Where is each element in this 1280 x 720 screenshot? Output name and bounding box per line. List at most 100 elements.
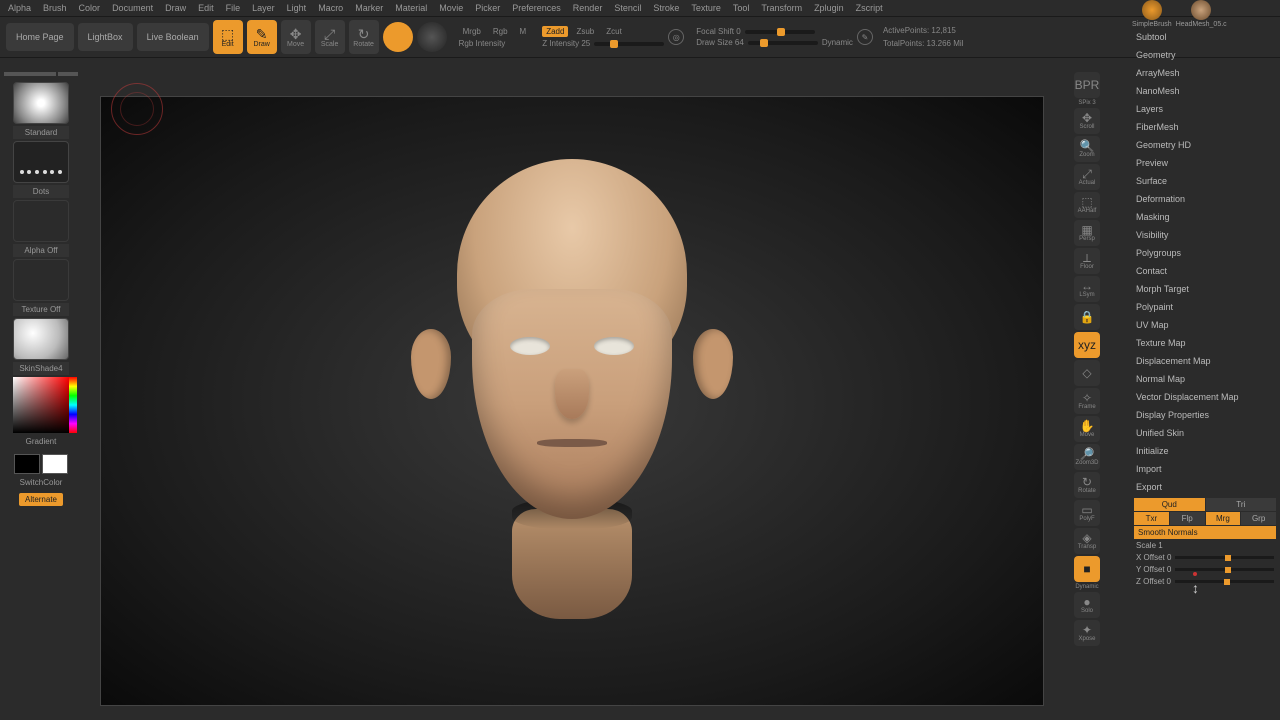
section-display-properties[interactable]: Display Properties xyxy=(1130,406,1280,424)
section-polygroups[interactable]: Polygroups xyxy=(1130,244,1280,262)
section-displacement-map[interactable]: Displacement Map xyxy=(1130,352,1280,370)
viewport-actual-button[interactable]: ⤢Actual xyxy=(1074,164,1100,190)
move-mode-button[interactable]: ✥Move xyxy=(281,20,311,54)
menu-layer[interactable]: Layer xyxy=(252,3,275,13)
menu-macro[interactable]: Macro xyxy=(318,3,343,13)
rgb-toggle[interactable]: Rgb xyxy=(489,26,512,37)
focal-shift-slider[interactable] xyxy=(745,30,815,34)
section-normal-map[interactable]: Normal Map xyxy=(1130,370,1280,388)
export-mrg-button[interactable]: Mrg xyxy=(1206,512,1241,525)
export-flp-button[interactable]: Flp xyxy=(1170,512,1205,525)
section-export[interactable]: Export xyxy=(1130,478,1280,496)
lightbox-button[interactable]: LightBox xyxy=(78,23,133,51)
home-button[interactable]: Home Page xyxy=(6,23,74,51)
primary-color-swatch[interactable] xyxy=(42,454,68,474)
section-geometry[interactable]: Geometry xyxy=(1130,46,1280,64)
xoffset-slider[interactable] xyxy=(1175,556,1274,559)
material-thumbnail[interactable] xyxy=(13,318,69,360)
viewport-polyf-button[interactable]: ▭PolyF xyxy=(1074,500,1100,526)
section-nanomesh[interactable]: NanoMesh xyxy=(1130,82,1280,100)
export-tri-button[interactable]: Tri xyxy=(1206,498,1277,511)
menu-tool[interactable]: Tool xyxy=(733,3,750,13)
hue-slider[interactable] xyxy=(69,377,77,433)
section-fibermesh[interactable]: FiberMesh xyxy=(1130,118,1280,136)
switch-color-button[interactable]: SwitchColor xyxy=(13,476,69,489)
section-deformation[interactable]: Deformation xyxy=(1130,190,1280,208)
viewport-move-button[interactable]: ✋Move xyxy=(1074,416,1100,442)
viewport-xpose-button[interactable]: ✦Xpose xyxy=(1074,620,1100,646)
menu-texture[interactable]: Texture xyxy=(691,3,721,13)
section-layers[interactable]: Layers xyxy=(1130,100,1280,118)
section-unified-skin[interactable]: Unified Skin xyxy=(1130,424,1280,442)
menu-marker[interactable]: Marker xyxy=(355,3,383,13)
menu-color[interactable]: Color xyxy=(79,3,101,13)
section-geometry-hd[interactable]: Geometry HD xyxy=(1130,136,1280,154)
menu-brush[interactable]: Brush xyxy=(43,3,67,13)
section-texture-map[interactable]: Texture Map xyxy=(1130,334,1280,352)
menu-render[interactable]: Render xyxy=(573,3,603,13)
section-morph-target[interactable]: Morph Target xyxy=(1130,280,1280,298)
menu-edit[interactable]: Edit xyxy=(198,3,214,13)
section-uv-map[interactable]: UV Map xyxy=(1130,316,1280,334)
viewport-floor-button[interactable]: ⟂Floor xyxy=(1074,248,1100,274)
menu-material[interactable]: Material xyxy=(395,3,427,13)
viewport[interactable] xyxy=(100,96,1044,706)
viewport-zoom3d-button[interactable]: 🔎Zoom3D xyxy=(1074,444,1100,470)
viewport-◇-button[interactable]: ◇ xyxy=(1074,360,1100,386)
draw-mode-button[interactable]: ✎Draw xyxy=(247,20,277,54)
menu-movie[interactable]: Movie xyxy=(439,3,463,13)
brush-thumbnail[interactable] xyxy=(13,82,69,124)
viewport-scroll-button[interactable]: ✥Scroll xyxy=(1074,108,1100,134)
color-swatch[interactable] xyxy=(383,22,413,52)
viewport-■-button[interactable]: ■ xyxy=(1074,556,1100,582)
menu-stroke[interactable]: Stroke xyxy=(653,3,679,13)
stroke-thumbnail[interactable] xyxy=(13,141,69,183)
focal-icon[interactable]: ◎ xyxy=(668,29,684,45)
menu-file[interactable]: File xyxy=(226,3,241,13)
texture-thumbnail[interactable] xyxy=(13,259,69,301)
menu-alpha[interactable]: Alpha xyxy=(8,3,31,13)
menu-zscript[interactable]: Zscript xyxy=(856,3,883,13)
viewport-frame-button[interactable]: ✧Frame xyxy=(1074,388,1100,414)
viewport-bpr-button[interactable]: BPR xyxy=(1074,72,1100,98)
viewport-solo-button[interactable]: ●Solo xyxy=(1074,592,1100,618)
zsub-toggle[interactable]: Zsub xyxy=(572,26,598,37)
viewport-zoom-button[interactable]: 🔍Zoom xyxy=(1074,136,1100,162)
menu-stencil[interactable]: Stencil xyxy=(614,3,641,13)
menu-transform[interactable]: Transform xyxy=(761,3,802,13)
section-import[interactable]: Import xyxy=(1130,460,1280,478)
section-visibility[interactable]: Visibility xyxy=(1130,226,1280,244)
project-mesh-thumb[interactable] xyxy=(1191,0,1211,20)
dynamic-icon[interactable]: ✎ xyxy=(857,29,873,45)
section-initialize[interactable]: Initialize xyxy=(1130,442,1280,460)
alpha-thumbnail[interactable] xyxy=(13,200,69,242)
secondary-color-swatch[interactable] xyxy=(14,454,40,474)
section-polypaint[interactable]: Polypaint xyxy=(1130,298,1280,316)
viewport-transp-button[interactable]: ◈Transp xyxy=(1074,528,1100,554)
menu-preferences[interactable]: Preferences xyxy=(512,3,561,13)
export-grp-button[interactable]: Grp xyxy=(1241,512,1276,525)
section-preview[interactable]: Preview xyxy=(1130,154,1280,172)
alternate-button[interactable]: Alternate xyxy=(19,493,63,506)
section-vector-displacement-map[interactable]: Vector Displacement Map xyxy=(1130,388,1280,406)
section-surface[interactable]: Surface xyxy=(1130,172,1280,190)
m-toggle[interactable]: M xyxy=(516,26,531,37)
menu-draw[interactable]: Draw xyxy=(165,3,186,13)
material-swatch[interactable] xyxy=(417,22,447,52)
zcut-toggle[interactable]: Zcut xyxy=(602,26,626,37)
menu-light[interactable]: Light xyxy=(287,3,307,13)
menu-document[interactable]: Document xyxy=(112,3,153,13)
mrgb-toggle[interactable]: Mrgb xyxy=(459,26,485,37)
menu-picker[interactable]: Picker xyxy=(475,3,500,13)
viewport-xyz-button[interactable]: xyz xyxy=(1074,332,1100,358)
section-arraymesh[interactable]: ArrayMesh xyxy=(1130,64,1280,82)
z-intensity-slider[interactable] xyxy=(594,42,664,46)
viewport-rotate-button[interactable]: ↻Rotate xyxy=(1074,472,1100,498)
viewport-lsym-button[interactable]: ↔LSym xyxy=(1074,276,1100,302)
section-subtool[interactable]: Subtool xyxy=(1130,28,1280,46)
edit-mode-button[interactable]: ⬚Edit xyxy=(213,20,243,54)
viewport-aahalf-button[interactable]: ⬚AAHalf xyxy=(1074,192,1100,218)
zadd-toggle[interactable]: Zadd xyxy=(542,26,568,37)
draw-size-slider[interactable] xyxy=(748,41,818,45)
export-qud-button[interactable]: Qud xyxy=(1134,498,1205,511)
